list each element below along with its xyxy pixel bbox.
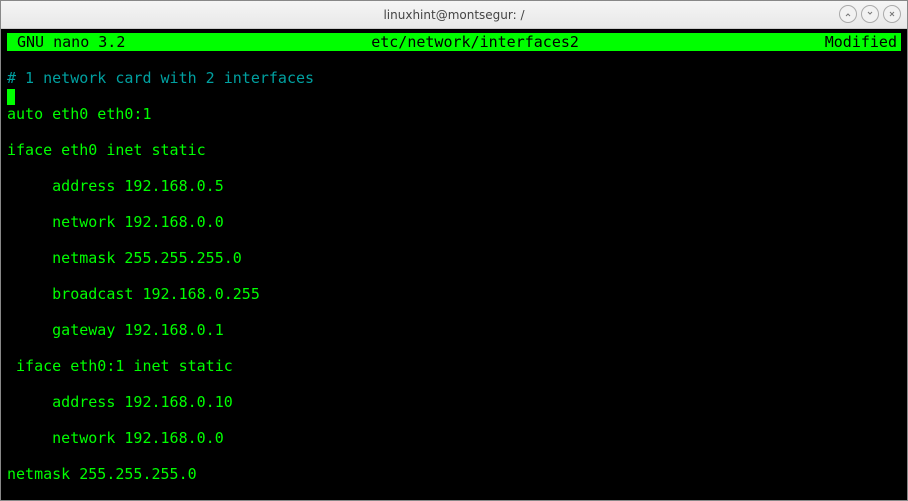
- code-line: netmask 255.255.255.0: [7, 465, 901, 483]
- code-line: auto eth0 eth0:1: [7, 105, 901, 123]
- code-line: iface eth0:1 inet static: [7, 357, 901, 375]
- code-line: address 192.168.0.10: [7, 393, 901, 411]
- terminal-area[interactable]: GNU nano 3.2 etc/network/interfaces2 Mod…: [1, 29, 907, 500]
- nano-header: GNU nano 3.2 etc/network/interfaces2 Mod…: [7, 33, 901, 51]
- cursor: [7, 89, 15, 105]
- window-titlebar: linuxhint@montsegur: /: [1, 1, 907, 29]
- code-line: address 192.168.0.5: [7, 177, 901, 195]
- nano-version: GNU nano 3.2: [9, 33, 125, 51]
- code-line: gateway 192.168.0.1: [7, 321, 901, 339]
- code-line: netmask 255.255.255.0: [7, 249, 901, 267]
- maximize-button[interactable]: [861, 5, 879, 23]
- terminal-window: linuxhint@montsegur: / GNU nano 3.2 etc/…: [0, 0, 908, 501]
- minimize-button[interactable]: [839, 5, 857, 23]
- comment-line: # 1 network card with 2 interfaces: [7, 69, 901, 87]
- window-controls: [839, 5, 901, 23]
- editor-body[interactable]: # 1 network card with 2 interfaces auto …: [7, 51, 901, 500]
- code-line: network 192.168.0.0: [7, 213, 901, 231]
- close-button[interactable]: [883, 5, 901, 23]
- code-line: network 192.168.0.0: [7, 429, 901, 447]
- nano-status: Modified: [825, 33, 899, 51]
- nano-filepath: etc/network/interfaces2: [125, 33, 824, 51]
- code-line: iface eth0 inet static: [7, 141, 901, 159]
- window-title: linuxhint@montsegur: /: [383, 8, 524, 22]
- code-line: broadcast 192.168.0.255: [7, 285, 901, 303]
